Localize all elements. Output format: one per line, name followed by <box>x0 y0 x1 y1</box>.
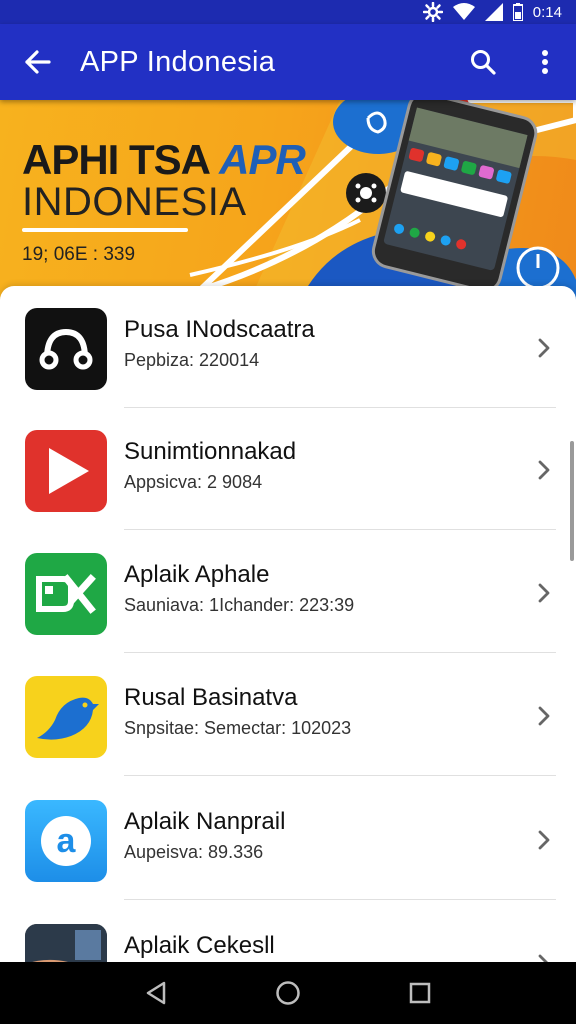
banner-headline-accent: APR <box>219 136 306 183</box>
app-name: Aplaik Cekesll <box>124 932 275 959</box>
banner-headline: APHI TSA APR <box>22 136 306 184</box>
chevron-right-icon <box>530 702 558 730</box>
row-divider <box>124 652 556 653</box>
page-title: APP Indonesia <box>80 45 276 78</box>
app-detail: Pepbiza: 220014 <box>124 350 260 370</box>
app-detail: Appsicva: 2 9084 <box>124 472 263 492</box>
banner-headline-main: APHI TSA <box>22 136 209 183</box>
app-name: Rusal Basinatva <box>124 684 298 711</box>
app-name: Aplaik Aphale <box>124 561 270 588</box>
nav-home-icon[interactable] <box>268 973 308 1013</box>
chevron-right-icon <box>530 334 558 362</box>
app-detail: Aupeisva: 89.336 <box>124 842 264 862</box>
nav-back-icon[interactable] <box>136 973 176 1013</box>
banner-divider <box>22 228 188 232</box>
status-bar: 0:14 <box>0 0 576 24</box>
more-vert-icon[interactable] <box>514 24 576 100</box>
row-divider <box>124 775 556 776</box>
search-icon[interactable] <box>452 24 514 100</box>
scrollbar[interactable] <box>570 441 574 561</box>
status-time: 0:14 <box>532 3 562 21</box>
app-name: Pusa INodscaatra <box>124 316 315 343</box>
back-arrow-icon[interactable] <box>0 24 76 100</box>
row-divider <box>124 899 556 900</box>
list-item[interactable]: Aplaik Aphale Sauniava: 1Ichander: 223:3… <box>0 531 576 653</box>
list-item[interactable]: Rusal Basinatva Snpsitae: Semectar: 1020… <box>0 654 576 776</box>
app-name: Sunimtionnakad <box>124 438 297 465</box>
a-letter-app-icon: a <box>25 800 107 882</box>
app-list: Pusa INodscaatra Pepbiza: 220014 Sunimti… <box>0 286 576 976</box>
banner-meta: 19; 06E : 339 <box>22 244 136 265</box>
list-item[interactable]: Sunimtionnakad Appsicva: 2 9084 <box>0 408 576 530</box>
app-name: Aplaik Nanprail <box>124 808 286 835</box>
headphones-app-icon <box>25 308 107 390</box>
row-divider <box>124 529 556 530</box>
bird-app-icon <box>25 676 107 758</box>
app-detail: Sauniava: 1Ichander: 223:39 <box>124 595 355 615</box>
banner-subline: INDONESIA <box>22 180 247 224</box>
list-item[interactable]: a Aplaik Nanprail Aupeisva: 89.336 <box>0 778 576 900</box>
chevron-right-icon <box>530 826 558 854</box>
chevron-right-icon <box>530 579 558 607</box>
system-nav-bar <box>0 962 576 1024</box>
play-app-icon <box>25 430 107 512</box>
wifi-icon <box>452 3 475 21</box>
list-item[interactable]: Pusa INodscaatra Pepbiza: 220014 <box>0 286 576 408</box>
promo-banner[interactable]: APHI TSA APR INDONESIA 19; 06E : 339 <box>0 100 576 300</box>
app-bar: APP Indonesia <box>0 24 576 100</box>
battery-icon <box>512 3 523 21</box>
dx-app-icon <box>25 553 107 635</box>
app-detail: Snpsitae: Semectar: 102023 <box>124 718 352 738</box>
settings-gear-icon <box>422 2 443 22</box>
signal-icon <box>484 3 503 21</box>
svg-text:a: a <box>57 822 77 860</box>
nav-recents-icon[interactable] <box>400 973 440 1013</box>
chevron-right-icon <box>530 456 558 484</box>
